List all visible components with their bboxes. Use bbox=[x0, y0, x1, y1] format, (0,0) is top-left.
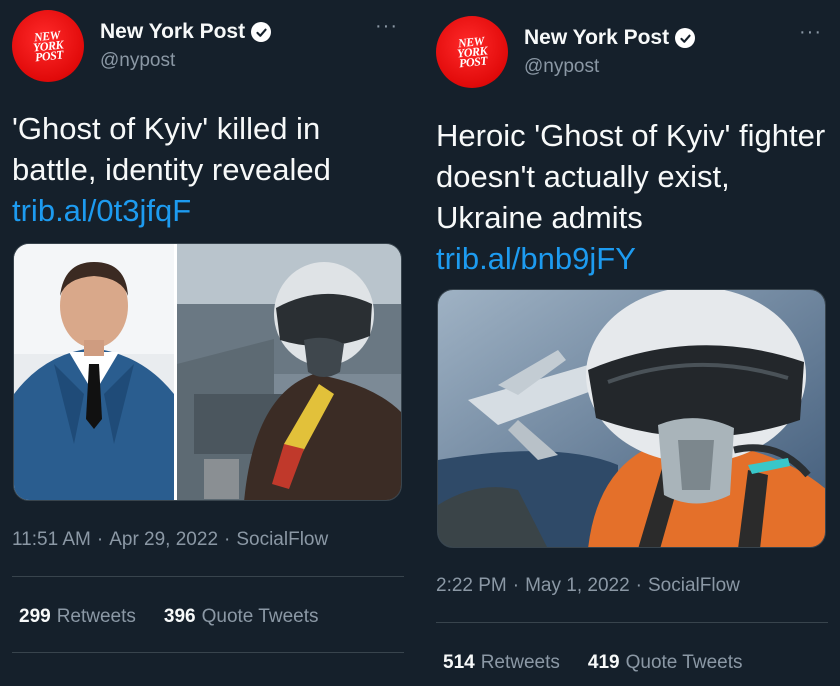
retweets-label: Retweets bbox=[480, 652, 560, 673]
quote-tweets-stat[interactable]: 419 Quote Tweets bbox=[588, 652, 743, 674]
timestamp-source[interactable]: SocialFlow bbox=[648, 575, 740, 597]
tweet-link[interactable]: trib.al/bnb9jFY bbox=[436, 238, 828, 279]
timestamp-date[interactable]: May 1, 2022 bbox=[525, 575, 630, 597]
author-display-name[interactable]: New York Post bbox=[100, 20, 245, 44]
more-options-icon[interactable]: ··· bbox=[375, 16, 398, 36]
tweet-stats: 514 Retweets 419 Quote Tweets bbox=[443, 652, 743, 674]
timestamp-separator: · bbox=[96, 529, 104, 550]
tweet-card[interactable]: NEW YORK POST New York Post @nypost ··· … bbox=[436, 0, 836, 686]
tweet-timestamp: 2:22 PM · May 1, 2022 · SocialFlow bbox=[436, 575, 740, 597]
verified-badge-icon bbox=[675, 28, 696, 48]
retweets-count: 299 bbox=[19, 606, 51, 627]
timestamp-separator: · bbox=[635, 575, 642, 596]
tweet-card[interactable]: NEW YORK POST New York Post @nypost ··· … bbox=[12, 0, 412, 686]
retweets-stat[interactable]: 514 Retweets bbox=[443, 652, 560, 674]
author-handle[interactable]: @nypost bbox=[524, 56, 599, 78]
screenshot-collage: NEW YORK POST New York Post @nypost ··· … bbox=[0, 0, 840, 686]
timestamp-separator: · bbox=[224, 529, 231, 550]
tweet-text: 'Ghost of Kyiv' killed in battle, identi… bbox=[12, 108, 404, 231]
divider bbox=[12, 652, 404, 653]
timestamp-time[interactable]: 11:51 AM bbox=[12, 529, 91, 551]
timestamp-date[interactable]: Apr 29, 2022 bbox=[109, 529, 218, 551]
tweet-timestamp: 11:51 AM · Apr 29, 2022 · SocialFlow bbox=[12, 529, 328, 551]
divider bbox=[436, 622, 828, 623]
divider bbox=[12, 576, 404, 577]
quote-tweets-label: Quote Tweets bbox=[625, 652, 743, 673]
tweet-body: Heroic 'Ghost of Kyiv' fighter doesn't a… bbox=[436, 118, 826, 235]
retweets-stat[interactable]: 299 Retweets bbox=[19, 606, 136, 628]
retweets-label: Retweets bbox=[56, 606, 136, 627]
photo-collage-image bbox=[14, 244, 401, 500]
nypost-logo: NEW YORK POST bbox=[456, 33, 488, 71]
author-name-row: New York Post bbox=[100, 20, 272, 44]
retweets-count: 514 bbox=[443, 652, 475, 673]
timestamp-source[interactable]: SocialFlow bbox=[236, 529, 328, 551]
tweet-stats: 299 Retweets 396 Quote Tweets bbox=[19, 606, 319, 628]
tweet-body: 'Ghost of Kyiv' killed in battle, identi… bbox=[12, 111, 331, 187]
tweet-header: NEW YORK POST New York Post @nypost ··· bbox=[436, 16, 836, 88]
quote-tweets-count: 396 bbox=[163, 606, 196, 627]
nypost-logo: NEW YORK POST bbox=[32, 27, 64, 65]
tweet-text: Heroic 'Ghost of Kyiv' fighter doesn't a… bbox=[436, 115, 828, 279]
timestamp-time[interactable]: 2:22 PM bbox=[436, 575, 507, 597]
quote-tweets-count: 419 bbox=[587, 652, 620, 673]
tweet-link[interactable]: trib.al/0t3jfqF bbox=[12, 190, 404, 231]
tweet-header: NEW YORK POST New York Post @nypost ··· bbox=[12, 10, 412, 82]
more-options-icon[interactable]: ··· bbox=[799, 22, 822, 42]
timestamp-separator: · bbox=[512, 575, 520, 596]
author-display-name[interactable]: New York Post bbox=[524, 26, 669, 50]
author-handle[interactable]: @nypost bbox=[100, 50, 175, 72]
quote-tweets-label: Quote Tweets bbox=[201, 606, 319, 627]
tweet-media-photo[interactable] bbox=[437, 289, 826, 548]
author-name-row: New York Post bbox=[524, 26, 696, 50]
fighter-pilot-image bbox=[438, 290, 825, 547]
verified-badge-icon bbox=[251, 22, 272, 42]
avatar[interactable]: NEW YORK POST bbox=[12, 10, 84, 82]
tweet-media-photo[interactable] bbox=[13, 243, 402, 501]
quote-tweets-stat[interactable]: 396 Quote Tweets bbox=[164, 606, 319, 628]
avatar[interactable]: NEW YORK POST bbox=[436, 16, 508, 88]
